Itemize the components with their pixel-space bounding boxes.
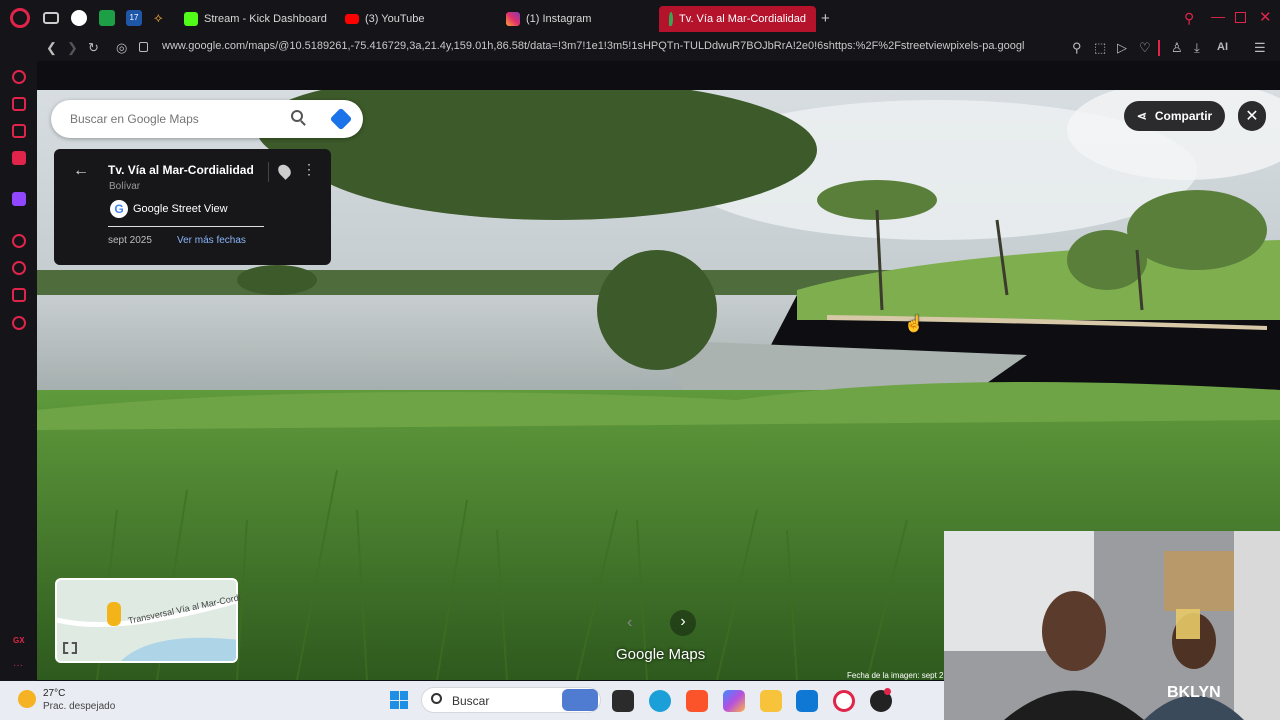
sidebar-gx-label: GX <box>13 636 25 645</box>
sidebar-history-icon[interactable] <box>12 261 26 275</box>
taskbar-search-label: Buscar <box>452 694 490 708</box>
sidebar-player-icon[interactable] <box>12 234 26 248</box>
taskbar-copilot-icon[interactable] <box>723 690 745 712</box>
snapshot-icon[interactable]: ⬚ <box>1094 40 1106 56</box>
search-highlight-icon <box>562 689 598 711</box>
play-icon[interactable]: ▷ <box>1117 40 1127 56</box>
taskbar-brave-icon[interactable] <box>686 690 708 712</box>
location-icon[interactable]: ◎ <box>116 40 127 56</box>
maps-search-input[interactable] <box>70 108 270 130</box>
taskbar-outlook-icon[interactable] <box>796 690 818 712</box>
search-tabs-icon[interactable]: ⚲ <box>1184 10 1194 27</box>
forward-button[interactable]: ❯ <box>67 40 78 56</box>
sidebar-extensions-icon[interactable] <box>12 288 26 302</box>
taskbar-explorer-icon[interactable] <box>760 690 782 712</box>
weather-temp[interactable]: 27°C <box>43 688 65 699</box>
windows-start-icon[interactable] <box>390 691 408 709</box>
webcam-shirt-text: BKLYN <box>1167 684 1221 701</box>
kick-icon <box>184 12 198 26</box>
tab-label: (3) YouTube <box>365 13 425 25</box>
close-street-view-button[interactable]: ✕ <box>1238 101 1266 131</box>
toolbar-divider <box>1158 40 1160 56</box>
place-region: Bolívar <box>109 181 141 192</box>
webcam-overlay <box>944 531 1280 720</box>
start-tile <box>399 691 408 700</box>
download-icon[interactable]: ⤓ <box>1194 40 1200 56</box>
taskbar-opera-gx-icon[interactable] <box>833 690 855 712</box>
taskbar-task-view-icon[interactable] <box>612 690 634 712</box>
google-maps-brand: Google Maps <box>616 646 706 663</box>
tab-label: (1) Instagram <box>526 13 592 25</box>
new-tab-button[interactable]: + <box>821 10 830 27</box>
pinned-17track-icon[interactable]: 17 <box>126 10 142 26</box>
share-button[interactable]: ⋖ Compartir <box>1124 101 1225 131</box>
street-view-source: Google Street View <box>133 203 228 215</box>
sidebar-settings-icon[interactable] <box>12 316 26 330</box>
share-icon: ⋖ <box>1136 109 1147 123</box>
image-date: Fecha de la imagen: sept 2 <box>847 671 944 680</box>
tab-label: Stream - Kick Dashboard <box>204 13 327 25</box>
tab-youtube[interactable]: (3) YouTube <box>345 6 425 32</box>
google-logo-icon: G <box>110 200 128 218</box>
sidebar-speed-dial-icon[interactable] <box>12 70 26 84</box>
sidebar-gx-control-icon[interactable] <box>12 97 26 111</box>
more-options-icon[interactable]: ⋮ <box>302 161 316 178</box>
tab-instagram[interactable]: (1) Instagram <box>506 6 591 32</box>
close-window-button[interactable]: ✕ <box>1259 8 1272 26</box>
minimize-button[interactable]: — <box>1211 8 1225 24</box>
maximize-button[interactable] <box>1235 12 1246 23</box>
youtube-icon <box>345 14 359 24</box>
back-arrow-icon[interactable]: ← <box>73 162 89 180</box>
prev-arrow-icon[interactable]: ‹ <box>627 614 632 632</box>
url-field[interactable]: www.google.com/maps/@10.5189261,-75.4167… <box>162 40 1062 52</box>
card-divider <box>268 162 269 182</box>
reload-button[interactable]: ↻ <box>88 40 99 56</box>
sidebar-gx-cleaner-icon[interactable] <box>12 124 26 138</box>
place-title: Tv. Vía al Mar-Cordialidad <box>108 163 254 177</box>
pinned-tab-icon[interactable] <box>71 10 87 26</box>
workspace-icon[interactable] <box>43 12 59 24</box>
back-button[interactable]: ❮ <box>46 40 57 56</box>
weather-desc[interactable]: Prac. despejado <box>43 701 115 712</box>
next-arrow-icon[interactable]: › <box>670 610 696 636</box>
pegman-icon[interactable] <box>107 602 121 626</box>
menu-icon[interactable]: ☰ <box>1254 40 1266 56</box>
lock-icon[interactable] <box>139 42 148 52</box>
start-tile <box>390 691 399 700</box>
share-label: Compartir <box>1154 109 1213 123</box>
weather-sun-icon[interactable] <box>18 690 36 708</box>
notification-badge <box>884 688 891 695</box>
profile-icon[interactable]: ♙ <box>1171 40 1183 56</box>
tab-kick[interactable]: Stream - Kick Dashboard <box>184 6 327 32</box>
maps-pin-icon <box>669 12 674 26</box>
hand-cursor-icon: ☝ <box>904 316 924 333</box>
sidebar-messenger-icon[interactable] <box>12 151 26 165</box>
timeline-bar <box>108 226 264 227</box>
sidebar-more-icon[interactable]: ··· <box>13 660 23 671</box>
expand-map-icon[interactable] <box>63 642 77 654</box>
start-tile <box>399 700 408 709</box>
more-dates-link[interactable]: Ver más fechas <box>177 235 246 246</box>
tab-label: Tv. Vía al Mar-Cordialidad <box>679 13 806 25</box>
minimap-water <box>120 637 236 661</box>
start-tile <box>390 700 399 709</box>
opera-gx-logo-icon[interactable] <box>10 8 30 28</box>
sidebar-twitch-icon[interactable] <box>12 192 26 206</box>
taskbar-search-icon <box>431 693 442 704</box>
tab-google-maps[interactable]: Tv. Vía al Mar-Cordialidad <box>659 6 816 32</box>
capture-date: sept 2025 <box>108 235 152 246</box>
instagram-icon <box>506 12 520 26</box>
taskbar-edge-icon[interactable] <box>649 690 671 712</box>
heart-icon[interactable]: ♡ <box>1139 40 1151 56</box>
bookmark-icon[interactable]: ⚲ <box>1072 40 1082 56</box>
ai-button[interactable]: AI <box>1217 41 1228 53</box>
pinned-sheets-icon[interactable] <box>99 10 115 26</box>
pinned-app-icon[interactable]: ⟡ <box>154 10 170 26</box>
